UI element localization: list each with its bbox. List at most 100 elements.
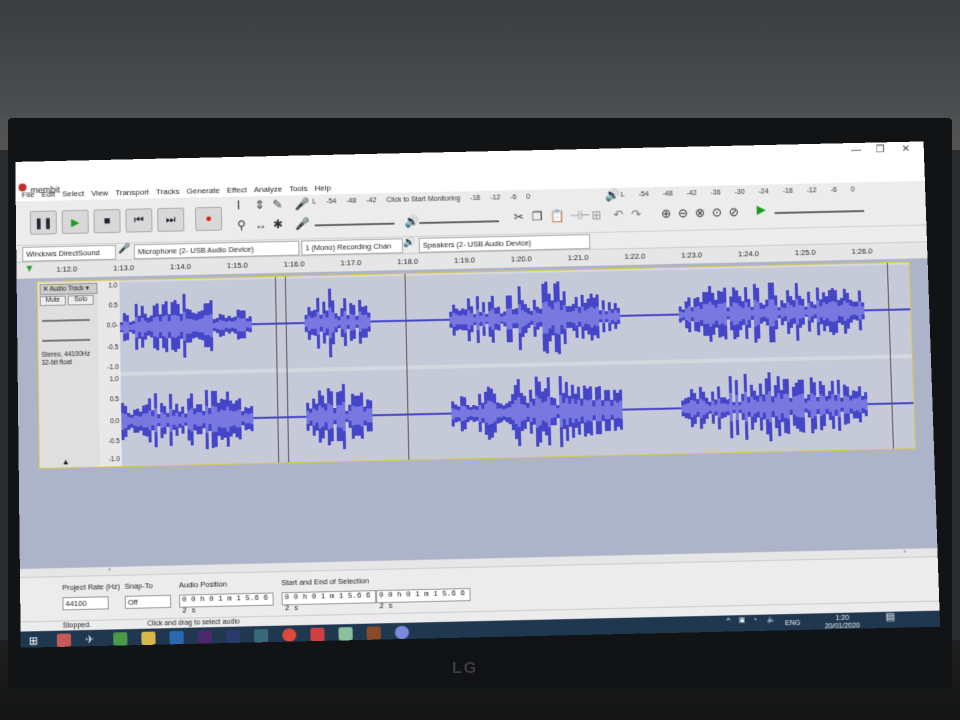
menu-view[interactable]: View — [91, 187, 108, 199]
illustrator-icon[interactable] — [366, 626, 381, 640]
zoom-in-icon[interactable]: ⊕ — [661, 206, 671, 220]
timeline-tick: 1:20.0 — [510, 254, 532, 264]
mute-button[interactable]: Mute — [39, 295, 66, 307]
menu-help[interactable]: Help — [315, 182, 332, 194]
trim-icon[interactable]: ⊣⊢ — [569, 208, 590, 222]
scale-label: -1.0 — [107, 364, 119, 372]
timeline-tick: 1:17.0 — [340, 258, 362, 268]
waveform-right-channel[interactable] — [120, 358, 915, 467]
solo-button[interactable]: Solo — [67, 294, 94, 306]
tracks-area[interactable]: ✕ Audio Track ▾ Mute Solo Stereo, 44100H… — [16, 258, 938, 569]
audio-track[interactable]: ✕ Audio Track ▾ Mute Solo Stereo, 44100H… — [36, 261, 917, 469]
audacity-taskbar-icon[interactable] — [394, 625, 410, 640]
speaker-volume-slider[interactable] — [419, 220, 500, 225]
play-speed-slider[interactable] — [774, 210, 865, 215]
skip-start-button[interactable]: ⏮ — [125, 208, 153, 233]
app-icon[interactable] — [253, 628, 269, 643]
draw-tool-icon[interactable]: ✎ — [272, 197, 282, 211]
record-button[interactable]: ● — [194, 206, 223, 232]
menu-generate[interactable]: Generate — [186, 185, 219, 198]
play-meter-tick: -36 — [710, 189, 721, 197]
envelope-tool-icon[interactable]: ⇕ — [255, 198, 265, 212]
timeshift-tool-icon[interactable]: ↔ — [255, 218, 267, 232]
track-name-menu[interactable]: ✕ Audio Track ▾ — [39, 282, 98, 296]
language-indicator[interactable]: ENG — [785, 620, 800, 628]
undo-icon[interactable]: ↶ — [613, 208, 623, 222]
scale-label: 0.0 — [110, 418, 120, 426]
gain-slider[interactable] — [42, 318, 90, 322]
stop-button[interactable]: ■ — [93, 208, 121, 234]
mic-volume-slider[interactable] — [314, 222, 395, 227]
file-explorer-icon[interactable] — [141, 631, 156, 646]
menu-tracks[interactable]: Tracks — [156, 186, 180, 198]
minimize-button[interactable]: — — [844, 145, 868, 159]
pause-button[interactable]: ❚❚ — [29, 210, 57, 235]
start-icon[interactable]: ⊞ — [29, 634, 43, 647]
skip-end-icon: ⏭ — [165, 213, 176, 226]
stop-icon: ■ — [103, 215, 111, 228]
waveform-left-channel[interactable] — [119, 264, 912, 373]
play-meter-tick: -24 — [758, 188, 769, 196]
app-icon[interactable] — [113, 632, 128, 646]
cut-icon[interactable]: ✂ — [514, 210, 524, 224]
play-button[interactable]: ▶ — [61, 209, 89, 235]
silence-icon[interactable]: ⊞ — [591, 208, 601, 222]
app-icon[interactable] — [56, 633, 72, 647]
timeline-tick: 1:12.0 — [56, 264, 78, 274]
audio-host-select[interactable]: Windows DirectSound — [22, 244, 117, 262]
project-rate-label: Project Rate (Hz) — [62, 581, 121, 593]
menu-tools[interactable]: Tools — [289, 183, 308, 195]
scale-label: -0.5 — [107, 344, 119, 352]
record-meter-tick: -6 — [510, 194, 517, 202]
notification-icon[interactable]: ▤ — [885, 612, 895, 623]
track-control-panel: ✕ Audio Track ▾ Mute Solo Stereo, 44100H… — [37, 280, 101, 468]
close-button[interactable]: ✕ — [894, 144, 918, 158]
redo-icon[interactable]: ↷ — [631, 207, 641, 221]
photoshop-icon[interactable] — [169, 630, 184, 645]
record-meter[interactable]: L -54 -48 -42 Click to Start Monitoring … — [312, 194, 530, 206]
project-rate-select[interactable]: 44100 — [62, 596, 109, 611]
audio-position-label: Audio Position — [178, 579, 228, 590]
waveform-area[interactable] — [119, 262, 915, 467]
scroll-left-icon[interactable]: ‹ — [108, 565, 111, 574]
zoom-tool-icon[interactable]: ⚲ — [237, 218, 246, 232]
selection-tool-icon[interactable]: I — [237, 198, 241, 212]
copy-icon[interactable]: ❐ — [532, 209, 543, 223]
multi-tool-icon[interactable]: ✱ — [273, 217, 283, 231]
app-icon[interactable] — [338, 627, 353, 641]
menu-transport[interactable]: Transport — [115, 187, 149, 200]
waveform-rms — [861, 306, 865, 315]
wifi-icon[interactable]: ◔ — [753, 617, 757, 625]
menu-analyze[interactable]: Analyze — [254, 184, 283, 197]
menu-effect[interactable]: Effect — [227, 184, 247, 196]
volume-icon[interactable]: 🔈 — [767, 616, 776, 624]
fit-selection-icon[interactable]: ⊗ — [695, 206, 705, 220]
maximize-button[interactable]: ❐ — [868, 144, 892, 158]
recording-channels-select[interactable]: 1 (Mono) Recording Chan — [301, 238, 404, 256]
chrome-icon[interactable] — [282, 628, 297, 642]
premiere-icon[interactable] — [197, 630, 212, 644]
audio-position-field[interactable]: 0 0 h 0 1 m 1 5.6 6 2 s — [178, 592, 274, 616]
pan-slider[interactable] — [42, 338, 91, 342]
zoom-toggle-icon[interactable]: ⊘ — [729, 205, 739, 219]
play-at-speed-icon[interactable]: ▶ — [756, 202, 766, 216]
selection-start-field[interactable]: 0 0 h 0 1 m 1 5.6 6 2 s — [281, 590, 377, 613]
play-head-icon[interactable]: ▼ — [24, 263, 34, 274]
snap-to-select[interactable]: Off — [124, 594, 172, 609]
start-monitoring-label[interactable]: Click to Start Monitoring — [386, 195, 460, 204]
app-icon[interactable]: ✈ — [85, 633, 99, 646]
zoom-out-icon[interactable]: ⊖ — [678, 206, 688, 220]
tray-icon[interactable]: ▣ — [739, 617, 746, 625]
record-meter-tick: 0 — [526, 193, 531, 201]
scroll-right-icon[interactable]: › — [903, 547, 906, 556]
tray-chevron-icon[interactable]: ⌃ — [724, 616, 732, 626]
selection-end-field[interactable]: 0 0 h 0 1 m 1 5.6 6 2 s — [375, 587, 471, 611]
audition-icon[interactable] — [225, 629, 241, 644]
app-icon[interactable] — [310, 627, 325, 642]
fit-project-icon[interactable]: ⊙ — [712, 205, 722, 219]
collapse-icon[interactable]: ▲ — [62, 457, 70, 466]
paste-icon[interactable]: 📋 — [549, 209, 564, 223]
menu-select[interactable]: Select — [62, 188, 84, 200]
skip-end-button[interactable]: ⏭ — [157, 207, 185, 232]
playback-meter[interactable]: L -54 -48 -42 -36 -30 -24 -18 -12 -6 0 — [621, 186, 855, 198]
